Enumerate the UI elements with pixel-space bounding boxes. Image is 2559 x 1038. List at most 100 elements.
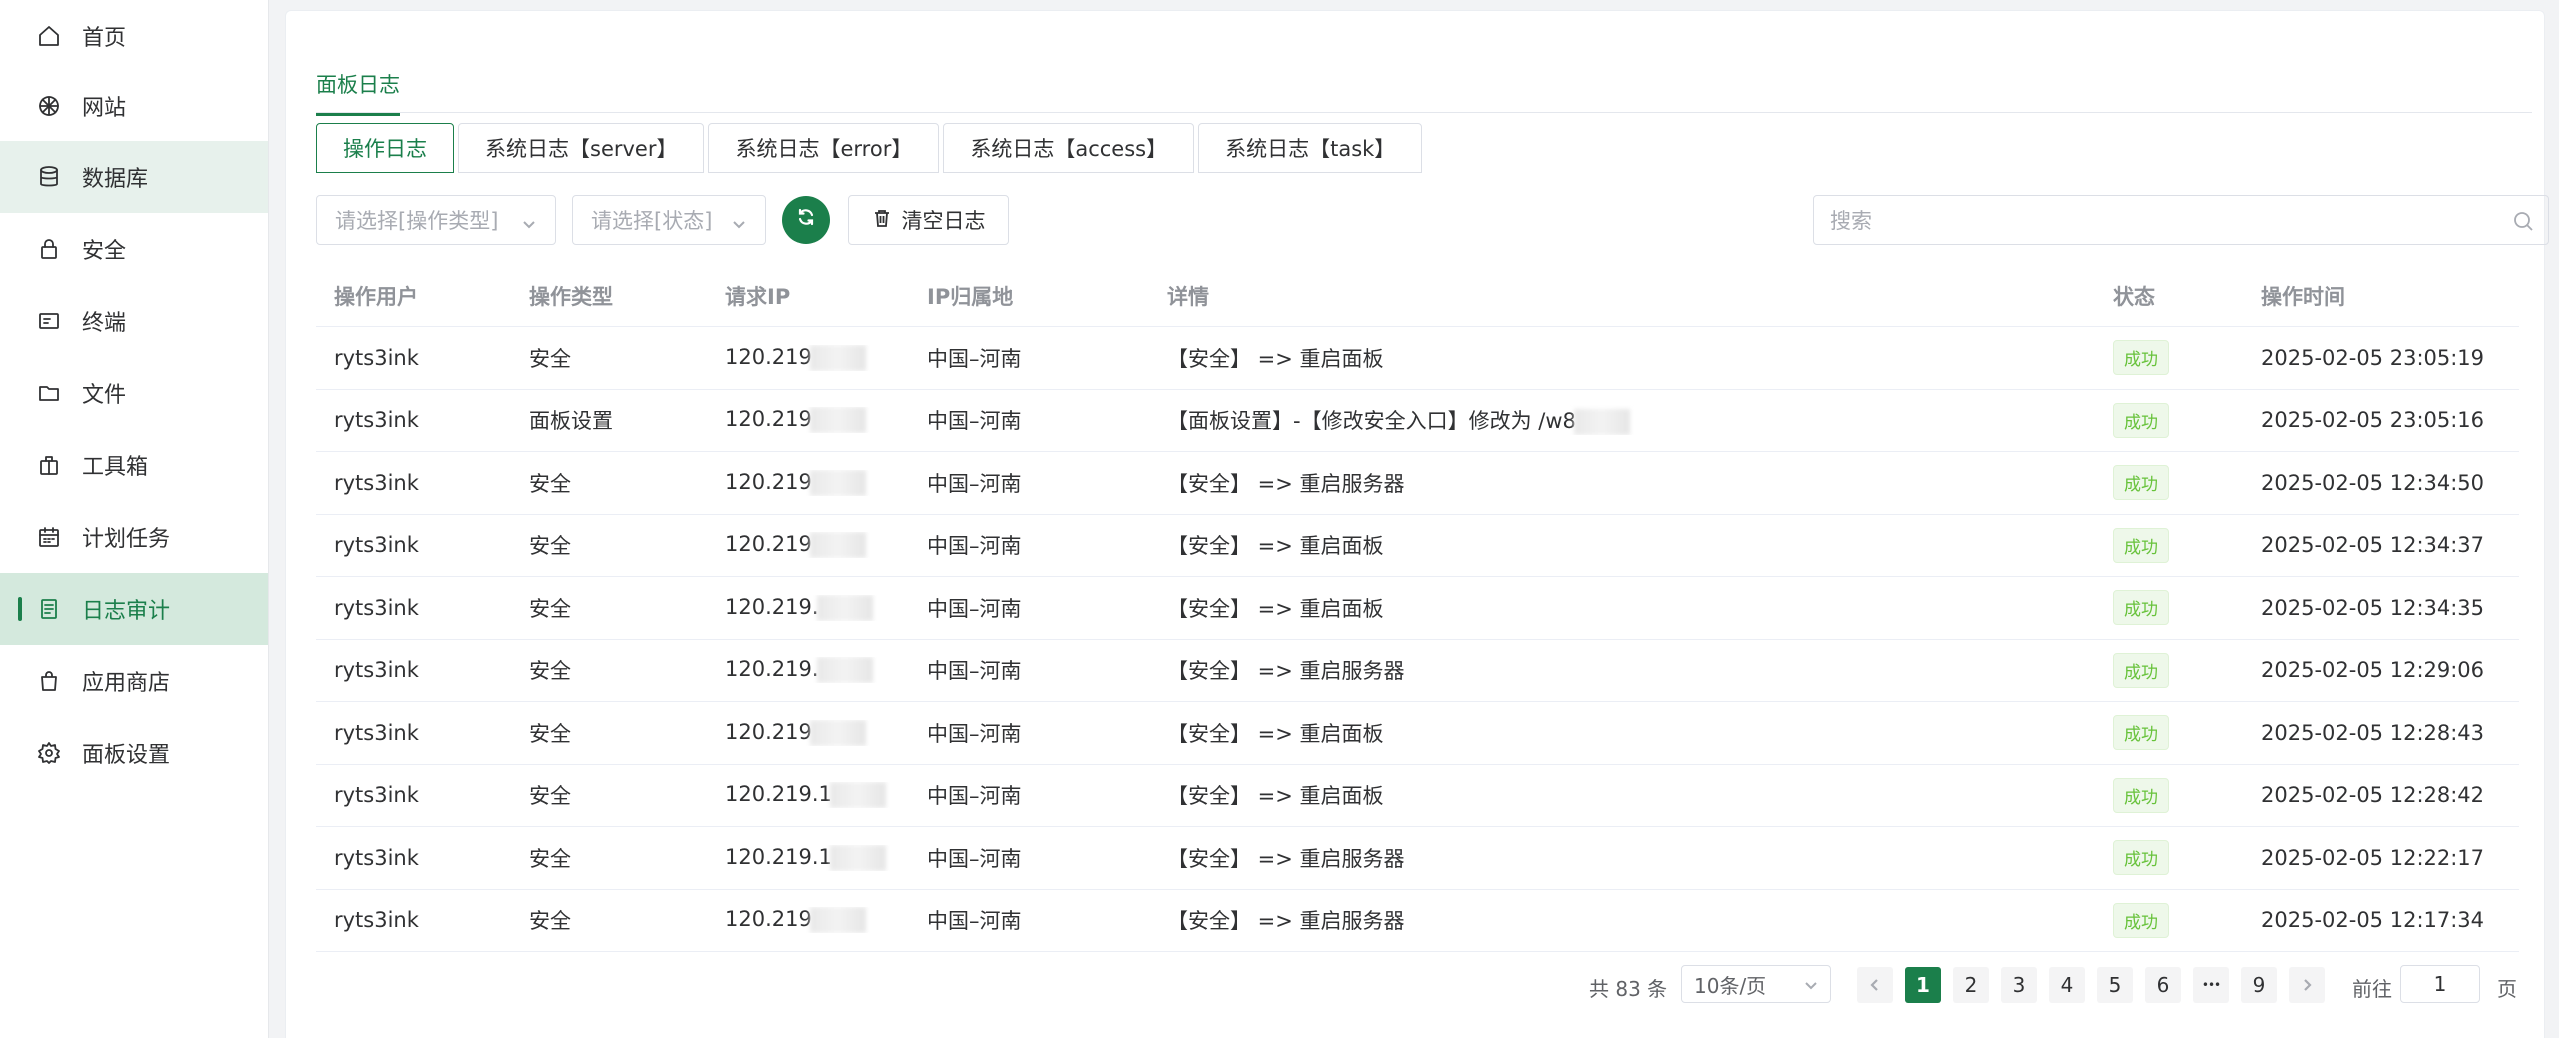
column-header-status: 状态 [2113,284,2155,309]
page-button-9[interactable]: 9 [2241,967,2277,1003]
search-input[interactable]: 搜索 [1813,195,2549,245]
chevron-left-icon [1870,979,1878,991]
prev-page-button[interactable] [1857,967,1893,1003]
sidebar-item-label: 面板设置 [82,743,171,768]
table-row: ryts3ink 安全 120.219.1 中国–河南 【安全】 => 重启面板 成功 20… [316,765,2519,827]
status-badge: 成功 [2113,590,2169,626]
cell-detail: 【安全】 => 重启面板 [1149,718,2095,748]
table-row: ryts3ink 面板设置 120.219 中国–河南 【面板设置】-【修改安全入口】修… [316,390,2519,452]
cell-user: ryts3ink [316,721,511,745]
sidebar-item-terminal[interactable]: 终端 [0,285,268,357]
log-table: 操作用户 操作类型 请求IP IP归属地 详情 状态 操作时间 ryts3ink… [316,265,2519,952]
cell-ip-text: 120.219 [725,907,812,932]
page-button-5[interactable]: 5 [2097,967,2133,1003]
sidebar-item-cron[interactable]: 计划任务 [0,501,268,573]
sidebar-item-panel-settings[interactable]: 面板设置 [0,717,268,789]
clear-log-button[interactable]: 清空日志 [848,195,1009,245]
sidebar-item-home[interactable]: 首页 [0,0,268,72]
page-button-1[interactable]: 1 [1905,967,1941,1003]
redaction-blur [816,657,873,684]
cell-ip-text: 120.219.1 [725,782,832,807]
cell-user: ryts3ink [316,846,511,870]
cell-ip: 120.219 [707,407,909,434]
tab-panel-log[interactable]: 面板日志 [316,69,400,116]
page-button-3[interactable]: 3 [2001,967,2037,1003]
chevron-down-icon [731,213,747,229]
operation-type-select[interactable]: 请选择[操作类型] [316,195,556,245]
page-button-2[interactable]: 2 [1953,967,1989,1003]
cell-location-text: 中国–河南 [927,659,1022,684]
cell-time: 2025-02-05 12:34:35 [2243,596,2519,620]
redaction-blur [829,782,886,809]
cell-user: ryts3ink [316,783,511,807]
sidebar-item-label: 网站 [82,96,127,121]
subtab-system-log-task[interactable]: 系统日志【task】 [1198,123,1423,173]
cell-ip-text: 120.219. [725,657,819,682]
sidebar-item-log-audit[interactable]: 日志审计 [0,573,268,645]
refresh-button[interactable] [782,196,830,244]
cell-time-text: 2025-02-05 12:28:43 [2261,720,2485,745]
cell-time: 2025-02-05 23:05:16 [2243,408,2519,432]
sidebar-item-label: 数据库 [82,167,149,192]
page-ellipsis[interactable]: ••• [2193,967,2229,1003]
redaction-blur [816,594,873,621]
chevron-down-icon [1805,982,1817,990]
cell-time-text: 2025-02-05 23:05:16 [2261,408,2485,433]
home-icon [36,23,62,49]
goto-page-input[interactable] [2400,965,2480,1003]
cell-ip: 120.219. [707,594,909,621]
operation-type-placeholder: 请选择[操作类型] [335,209,499,233]
app-root: 首页 网站 数据库 安全 终端 文件 工具箱 计划任务 日志审计 应用商店 面板… [0,0,2559,1038]
redaction-blur [809,532,866,559]
cell-time-text: 2025-02-05 12:34:35 [2261,595,2485,620]
sidebar-item-app-store[interactable]: 应用商店 [0,645,268,717]
database-icon [36,164,62,190]
sidebar-item-files[interactable]: 文件 [0,357,268,429]
cell-user-text: ryts3ink [334,345,419,370]
column-header-type: 操作类型 [529,284,613,309]
cell-detail: 【安全】 => 重启面板 [1149,593,2095,623]
cell-time-text: 2025-02-05 12:34:50 [2261,470,2485,495]
subtab-system-log-access[interactable]: 系统日志【access】 [943,123,1195,173]
cell-ip-text: 120.219 [725,407,812,432]
cell-user-text: ryts3ink [334,783,419,808]
cell-ip: 120.219 [707,469,909,496]
cell-status: 成功 [2095,465,2243,501]
cell-detail-text: 【安全】 => 重启服务器 [1167,659,1405,684]
page-size-select[interactable]: 10条/页 [1681,965,1831,1003]
subtab-system-log-server[interactable]: 系统日志【server】 [458,123,705,173]
page-button-6[interactable]: 6 [2145,967,2181,1003]
page-button-4[interactable]: 4 [2049,967,2085,1003]
column-header-ip: 请求IP [725,284,791,309]
cell-ip: 120.219.1 [707,844,909,871]
cell-detail-text: 【面板设置】-【修改安全入口】修改为 /w8 [1167,409,1576,434]
subtab-system-log-error[interactable]: 系统日志【error】 [708,123,940,173]
cell-user-text: ryts3ink [334,658,419,683]
cell-type-text: 安全 [529,596,571,621]
cell-detail-text: 【安全】 => 重启服务器 [1167,846,1405,871]
cell-detail: 【安全】 => 重启服务器 [1149,843,2095,873]
cell-ip: 120.219 [707,532,909,559]
cell-type-text: 面板设置 [529,409,613,434]
sidebar-item-security[interactable]: 安全 [0,213,268,285]
sidebar-item-database[interactable]: 数据库 [0,141,268,213]
sidebar-item-toolbox[interactable]: 工具箱 [0,429,268,501]
cell-user-text: ryts3ink [334,533,419,558]
cell-time: 2025-02-05 12:34:50 [2243,471,2519,495]
cell-ip-text: 120.219 [725,532,812,557]
cell-time: 2025-02-05 23:05:19 [2243,346,2519,370]
status-select[interactable]: 请选择[状态] [572,195,766,245]
cell-time-text: 2025-02-05 12:28:42 [2261,783,2485,808]
next-page-button[interactable] [2289,967,2325,1003]
subtab-operation-log[interactable]: 操作日志 [316,123,454,173]
cell-detail-text: 【安全】 => 重启服务器 [1167,471,1405,496]
table-row: ryts3ink 安全 120.219. 中国–河南 【安全】 => 重启服务器 成功 20… [316,640,2519,702]
cell-time-text: 2025-02-05 12:22:17 [2261,845,2485,870]
cell-type-text: 安全 [529,909,571,934]
cell-type: 安全 [511,468,707,498]
cell-type: 安全 [511,718,707,748]
cell-type: 安全 [511,593,707,623]
sidebar-item-website[interactable]: 网站 [0,70,268,142]
cell-type-text: 安全 [529,784,571,809]
cell-time-text: 2025-02-05 12:17:34 [2261,908,2485,933]
